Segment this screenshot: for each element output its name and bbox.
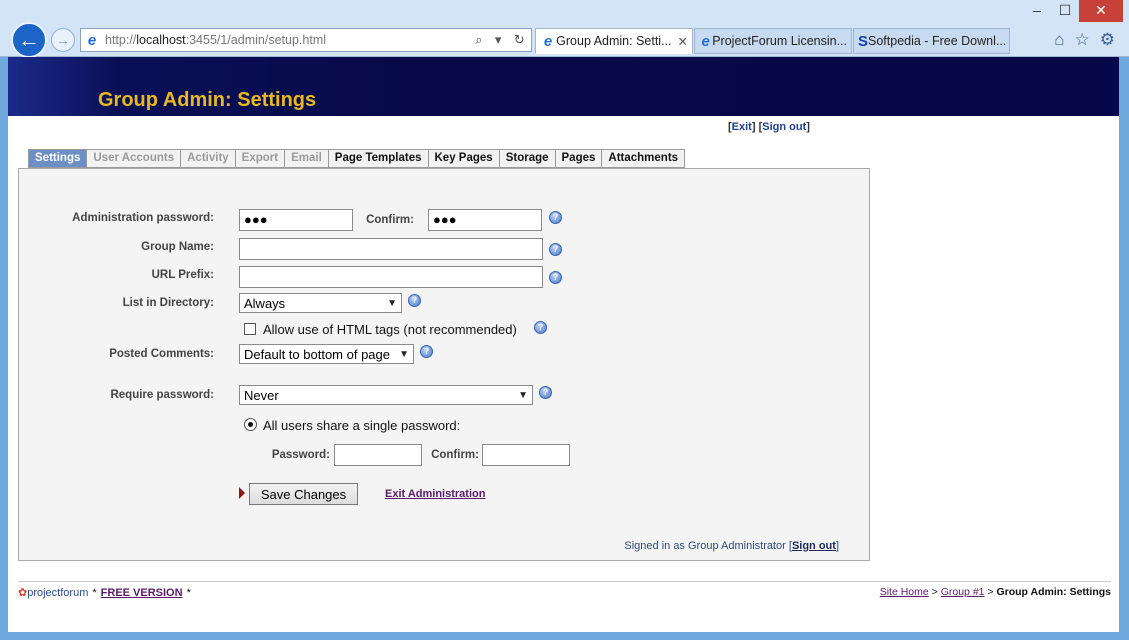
help-icon[interactable]: ? xyxy=(549,243,562,256)
save-changes-button[interactable]: Save Changes xyxy=(249,483,358,505)
forward-arrow-icon: → xyxy=(56,32,70,48)
footer-left: ✿projectforum * FREE VERSION * xyxy=(18,586,191,600)
help-icon[interactable]: ? xyxy=(534,321,547,334)
tab-attachments[interactable]: Attachments xyxy=(602,149,686,168)
tab-pages[interactable]: Pages xyxy=(555,149,603,168)
group-name-label: Group Name: xyxy=(141,241,214,253)
refresh-icon[interactable]: ↻ xyxy=(514,32,525,48)
chevron-down-icon: ▼ xyxy=(518,389,528,401)
help-icon[interactable]: ? xyxy=(420,345,433,358)
shared-password-radio[interactable] xyxy=(244,418,257,431)
back-arrow-icon: ← xyxy=(18,27,40,52)
tab-settings[interactable]: Settings xyxy=(28,149,88,168)
tab-page-templates[interactable]: Page Templates xyxy=(328,149,429,168)
exit-administration-link[interactable]: Exit Administration xyxy=(385,488,485,500)
back-button[interactable]: ← xyxy=(11,22,47,58)
window-controls: – ☐ ✕ xyxy=(1023,0,1123,22)
help-icon[interactable]: ? xyxy=(408,294,421,307)
confirm-label: Confirm: xyxy=(366,214,414,226)
password-confirm-label: Confirm: xyxy=(431,449,479,461)
crumb-group[interactable]: Group #1 xyxy=(941,586,985,598)
help-icon[interactable]: ? xyxy=(549,211,562,224)
list-directory-label: List in Directory: xyxy=(122,297,214,309)
softpedia-icon: S xyxy=(858,32,869,50)
tab-storage[interactable]: Storage xyxy=(499,149,556,168)
url-prefix-input[interactable] xyxy=(239,266,543,288)
url-prefix-label: URL Prefix: xyxy=(151,269,214,281)
browser-right-icons: ⌂ ☆ ⚙ xyxy=(1054,30,1115,50)
posted-comments-label: Posted Comments: xyxy=(109,348,214,360)
crumb-site-home[interactable]: Site Home xyxy=(880,586,929,598)
list-directory-select[interactable]: Always ▼ xyxy=(239,293,402,313)
help-icon[interactable]: ? xyxy=(539,386,552,399)
sign-out-link[interactable]: Sign out xyxy=(762,121,806,133)
browser-tab-group-admin[interactable]: e Group Admin: Setti... ✕ xyxy=(535,28,693,54)
ie-page-icon: e xyxy=(87,31,97,49)
top-links: [Exit] [Sign out] xyxy=(728,121,810,133)
require-password-select[interactable]: Never ▼ xyxy=(239,385,533,405)
settings-panel: Administration password: ●●● Confirm: ●●… xyxy=(18,168,870,561)
password-label: Password: xyxy=(271,449,330,461)
tab-user-accounts: User Accounts xyxy=(87,149,182,168)
shared-password-label: All users share a single password: xyxy=(263,418,461,433)
free-version-link[interactable]: FREE VERSION xyxy=(101,587,183,599)
browser-tab-softpedia[interactable]: S Softpedia - Free Downl... xyxy=(853,28,1010,54)
favorites-star-icon[interactable]: ☆ xyxy=(1075,30,1090,50)
projectforum-logo: ✿projectforum xyxy=(18,587,89,599)
home-icon[interactable]: ⌂ xyxy=(1054,30,1064,50)
maximize-icon[interactable]: ☐ xyxy=(1051,0,1079,22)
page: Group Admin: Settings [Exit] [Sign out] … xyxy=(8,57,1119,632)
admin-password-input[interactable]: ●●● xyxy=(239,209,353,231)
html-tags-checkbox[interactable] xyxy=(244,323,256,335)
footer-divider xyxy=(18,581,1111,582)
minimize-icon[interactable]: – xyxy=(1023,0,1051,22)
tab-activity: Activity xyxy=(181,149,236,168)
breadcrumb: Site Home > Group #1 > Group Admin: Sett… xyxy=(879,586,1111,598)
tab-export: Export xyxy=(235,149,286,168)
browser-tab-projectforum[interactable]: e ProjectForum Licensin... xyxy=(694,28,852,54)
settings-gear-icon[interactable]: ⚙ xyxy=(1100,30,1115,50)
address-url[interactable]: http://localhost:3455/1/admin/setup.html xyxy=(103,33,469,47)
admin-password-confirm-input[interactable]: ●●● xyxy=(428,209,542,231)
chevron-down-icon: ▼ xyxy=(399,348,409,360)
crumb-current: Group Admin: Settings xyxy=(996,586,1111,598)
shared-password-confirm-input[interactable] xyxy=(482,444,570,466)
address-bar[interactable]: e http://localhost:3455/1/admin/setup.ht… xyxy=(80,28,532,52)
ie-tab-icon: e xyxy=(701,32,710,50)
search-icon[interactable]: ⌕ xyxy=(475,32,482,48)
close-window-icon[interactable]: ✕ xyxy=(1079,0,1123,22)
close-tab-icon[interactable]: ✕ xyxy=(672,34,688,49)
admin-password-label: Administration password: xyxy=(72,212,214,224)
admin-tabs: Settings User Accounts Activity Export E… xyxy=(28,149,686,168)
exit-link[interactable]: Exit xyxy=(732,121,752,133)
tab-email: Email xyxy=(285,149,329,168)
header-banner: Group Admin: Settings xyxy=(8,57,1119,116)
html-tags-label: Allow use of HTML tags (not recommended) xyxy=(263,322,517,337)
help-icon[interactable]: ? xyxy=(549,271,562,284)
tab-key-pages[interactable]: Key Pages xyxy=(428,149,500,168)
browser-chrome: – ☐ ✕ ← → e http://localhost:3455/1/admi… xyxy=(0,0,1129,58)
require-password-label: Require password: xyxy=(110,389,214,401)
dropdown-icon[interactable]: ▾ xyxy=(495,32,502,48)
signed-in-status: Signed in as Group Administrator [Sign o… xyxy=(624,540,839,552)
posted-comments-select[interactable]: Default to bottom of page ▼ xyxy=(239,344,414,364)
group-name-input[interactable] xyxy=(239,238,543,260)
address-tools: ⌕ ▾ ↻ xyxy=(469,32,531,48)
panel-sign-out-link[interactable]: Sign out xyxy=(792,540,836,552)
forward-button[interactable]: → xyxy=(51,28,75,52)
arrow-marker-icon xyxy=(239,487,245,499)
page-title: Group Admin: Settings xyxy=(98,89,317,111)
shared-password-input[interactable] xyxy=(334,444,422,466)
chevron-down-icon: ▼ xyxy=(387,297,397,309)
ie-tab-icon: e xyxy=(543,32,553,50)
